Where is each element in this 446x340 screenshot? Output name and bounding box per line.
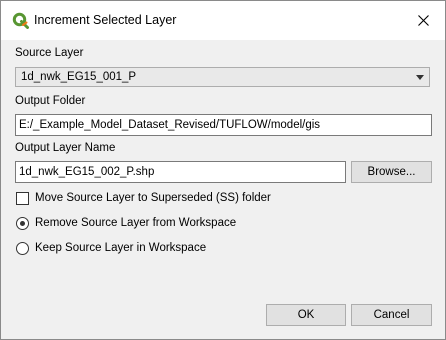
move-to-superseded-checkbox[interactable] xyxy=(16,192,29,205)
qgis-icon xyxy=(12,12,29,29)
chevron-down-icon xyxy=(416,75,424,80)
browse-button[interactable]: Browse... xyxy=(351,161,432,183)
source-layer-dropdown[interactable]: 1d_nwk_EG15_001_P xyxy=(15,67,430,87)
output-layer-name-label: Output Layer Name xyxy=(15,142,116,154)
move-to-superseded-label[interactable]: Move Source Layer to Superseded (SS) fol… xyxy=(35,192,271,204)
keep-source-radio[interactable] xyxy=(16,242,29,255)
output-folder-field[interactable] xyxy=(15,114,432,136)
close-icon xyxy=(417,15,429,26)
keep-source-label[interactable]: Keep Source Layer in Workspace xyxy=(35,242,206,254)
remove-source-label[interactable]: Remove Source Layer from Workspace xyxy=(35,217,236,229)
cancel-button[interactable]: Cancel xyxy=(351,304,432,326)
cancel-button-label: Cancel xyxy=(373,309,410,321)
source-layer-value: 1d_nwk_EG15_001_P xyxy=(21,71,137,83)
browse-button-label: Browse... xyxy=(367,166,416,178)
title-bar[interactable]: Increment Selected Layer xyxy=(1,1,445,40)
source-layer-label: Source Layer xyxy=(15,47,84,59)
increment-layer-dialog: Increment Selected Layer Source Layer 1d… xyxy=(0,0,446,340)
window-title: Increment Selected Layer xyxy=(34,13,177,27)
output-folder-label: Output Folder xyxy=(15,95,86,107)
radio-selected-dot xyxy=(20,221,25,226)
ok-button-label: OK xyxy=(297,309,315,321)
close-button[interactable] xyxy=(401,1,445,40)
ok-button[interactable]: OK xyxy=(266,304,346,326)
output-layer-name-field[interactable] xyxy=(15,161,346,183)
remove-source-radio[interactable] xyxy=(16,217,29,230)
